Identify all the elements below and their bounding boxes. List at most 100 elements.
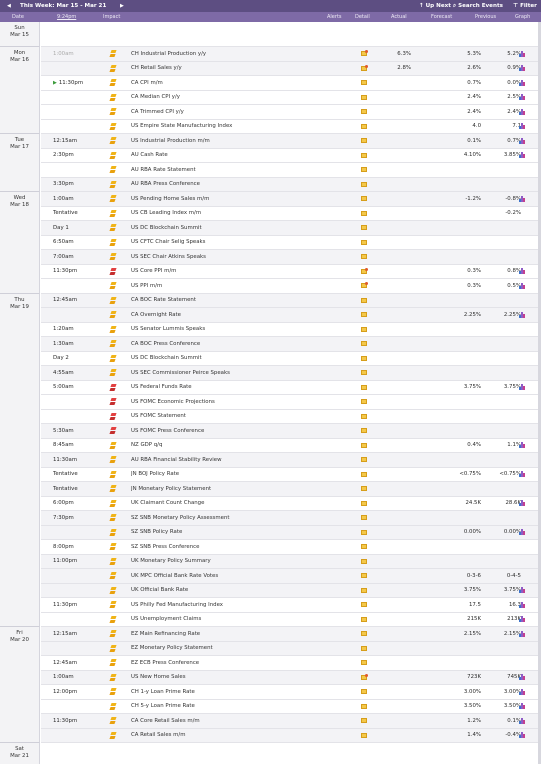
detail-cell[interactable] xyxy=(359,656,369,670)
detail-folder-icon[interactable] xyxy=(361,370,367,376)
event-row[interactable]: 1:30am CA BOC Press Conference xyxy=(41,337,541,352)
event-row[interactable]: CH 5-y Loan Prime Rate 3.50% 3.50% xyxy=(41,699,541,714)
chart-icon[interactable] xyxy=(519,50,525,57)
chart-icon[interactable] xyxy=(519,282,525,289)
detail-folder-icon[interactable] xyxy=(361,225,367,231)
graph-cell[interactable] xyxy=(517,76,527,90)
graph-cell[interactable] xyxy=(517,149,527,163)
chart-icon[interactable] xyxy=(519,108,525,115)
event-name[interactable]: AU RBA Rate Statement xyxy=(131,163,311,177)
chart-icon[interactable] xyxy=(519,500,525,507)
detail-cell[interactable] xyxy=(359,381,369,395)
detail-folder-icon[interactable] xyxy=(361,138,367,144)
event-row[interactable]: US Empire State Manufacturing Index 4.0 7.… xyxy=(41,119,541,134)
detail-folder-icon[interactable] xyxy=(361,544,367,550)
detail-folder-icon[interactable] xyxy=(361,660,367,666)
event-name[interactable]: CA BOC Press Conference xyxy=(131,337,311,351)
event-name[interactable]: US FOMC Economic Projections xyxy=(131,395,311,409)
detail-folder-icon[interactable] xyxy=(361,254,367,260)
event-name[interactable]: UK MPC Official Bank Rate Votes xyxy=(131,569,311,583)
event-row[interactable]: CA Trimmed CPI y/y 2.4% 2.4% xyxy=(41,105,541,120)
detail-folder-icon[interactable] xyxy=(361,500,367,506)
event-row[interactable]: 12:45am CA BOC Rate Statement xyxy=(41,293,541,308)
event-row[interactable]: 11:30pm US Philly Fed Manufacturing Index… xyxy=(41,598,541,613)
chart-icon[interactable] xyxy=(519,442,525,449)
event-row[interactable]: 12:15am US Industrial Production m/m 0.1% 0… xyxy=(41,134,541,149)
chart-icon[interactable] xyxy=(519,688,525,695)
detail-folder-icon[interactable] xyxy=(361,471,367,477)
event-row[interactable]: US Unemployment Claims 215K 213K xyxy=(41,612,541,627)
event-row[interactable]: CA Median CPI y/y 2.4% 2.5% xyxy=(41,90,541,105)
event-name[interactable]: US Senator Lummis Speaks xyxy=(131,323,311,337)
graph-cell[interactable] xyxy=(517,497,527,511)
event-row[interactable]: 6:50am US CFTC Chair Selig Speaks xyxy=(41,235,541,250)
detail-folder-icon[interactable] xyxy=(361,297,367,303)
event-row[interactable]: UK Official Bank Rate 3.75% 3.75% xyxy=(41,583,541,598)
event-row[interactable]: 7:00am US SEC Chair Atkins Speaks xyxy=(41,250,541,265)
chart-icon[interactable] xyxy=(519,384,525,391)
detail-folder-icon[interactable] xyxy=(361,109,367,115)
chart-icon[interactable] xyxy=(519,630,525,637)
detail-cell[interactable] xyxy=(359,149,369,163)
detail-cell[interactable] xyxy=(359,671,369,685)
detail-folder-icon[interactable] xyxy=(361,196,367,202)
event-row[interactable]: Tentative JN BOJ Policy Rate <0.75% <0.75% xyxy=(41,467,541,482)
event-name[interactable]: UK Claimant Count Change xyxy=(131,497,311,511)
event-row[interactable]: CA Overnight Rate 2.25% 2.25% xyxy=(41,308,541,323)
graph-cell[interactable] xyxy=(517,192,527,206)
detail-folder-icon[interactable] xyxy=(361,442,367,448)
detail-folder-icon[interactable] xyxy=(361,413,367,419)
chart-icon[interactable] xyxy=(519,268,525,275)
detail-cell[interactable] xyxy=(359,424,369,438)
chart-icon[interactable] xyxy=(519,587,525,594)
event-row[interactable]: 3:30pm AU RBA Press Conference xyxy=(41,177,541,192)
detail-cell[interactable] xyxy=(359,91,369,105)
graph-cell[interactable] xyxy=(517,279,527,293)
detail-cell[interactable] xyxy=(359,468,369,482)
filter-button[interactable]: ⊤ Filter xyxy=(513,0,537,12)
graph-cell[interactable] xyxy=(517,685,527,699)
graph-cell[interactable] xyxy=(517,308,527,322)
detail-cell[interactable] xyxy=(359,642,369,656)
detail-cell[interactable] xyxy=(359,613,369,627)
detail-cell[interactable] xyxy=(359,192,369,206)
detail-folder-icon[interactable] xyxy=(361,645,367,651)
detail-cell[interactable] xyxy=(359,76,369,90)
event-row[interactable]: US FOMC Statement xyxy=(41,409,541,424)
graph-cell[interactable] xyxy=(517,700,527,714)
event-name[interactable]: CH Industrial Production y/y xyxy=(131,47,311,61)
detail-cell[interactable] xyxy=(359,279,369,293)
detail-cell[interactable] xyxy=(359,308,369,322)
event-name[interactable]: CH 5-y Loan Prime Rate xyxy=(131,700,311,714)
detail-folder-icon[interactable] xyxy=(361,689,367,695)
event-row[interactable]: US PPI m/m 0.3% 0.5% xyxy=(41,279,541,294)
event-row[interactable]: AU RBA Rate Statement xyxy=(41,163,541,178)
chart-icon[interactable] xyxy=(519,137,525,144)
chart-icon[interactable] xyxy=(519,529,525,536)
event-name[interactable]: US SEC Chair Atkins Speaks xyxy=(131,250,311,264)
graph-cell[interactable] xyxy=(517,671,527,685)
event-row[interactable]: EZ Monetary Policy Statement xyxy=(41,641,541,656)
event-name[interactable]: US CB Leading Index m/m xyxy=(131,207,311,221)
search-events-button[interactable]: ⌕ Search Events xyxy=(453,0,503,12)
graph-cell[interactable] xyxy=(517,47,527,61)
event-name[interactable]: CH Retail Sales y/y xyxy=(131,62,311,76)
detail-folder-icon[interactable] xyxy=(361,573,367,579)
event-name[interactable]: SZ SNB Press Conference xyxy=(131,540,311,554)
event-row[interactable]: 6:00pm UK Claimant Count Change 24.5K 28.6K xyxy=(41,496,541,511)
chart-icon[interactable] xyxy=(519,311,525,318)
detail-cell[interactable] xyxy=(359,555,369,569)
detail-folder-icon[interactable] xyxy=(361,312,367,318)
event-name[interactable]: NZ GDP q/q xyxy=(131,439,311,453)
event-row[interactable]: 8:45am NZ GDP q/q 0.4% 1.1% xyxy=(41,438,541,453)
graph-cell[interactable] xyxy=(517,439,527,453)
graph-cell[interactable] xyxy=(517,120,527,134)
graph-cell[interactable] xyxy=(517,91,527,105)
detail-folder-icon[interactable] xyxy=(361,355,367,361)
event-row[interactable]: US FOMC Economic Projections xyxy=(41,395,541,410)
detail-cell[interactable] xyxy=(359,540,369,554)
detail-folder-icon[interactable] xyxy=(361,282,368,289)
event-name[interactable]: US DC Blockchain Summit xyxy=(131,352,311,366)
detail-cell[interactable] xyxy=(359,395,369,409)
detail-folder-icon[interactable] xyxy=(361,50,368,57)
